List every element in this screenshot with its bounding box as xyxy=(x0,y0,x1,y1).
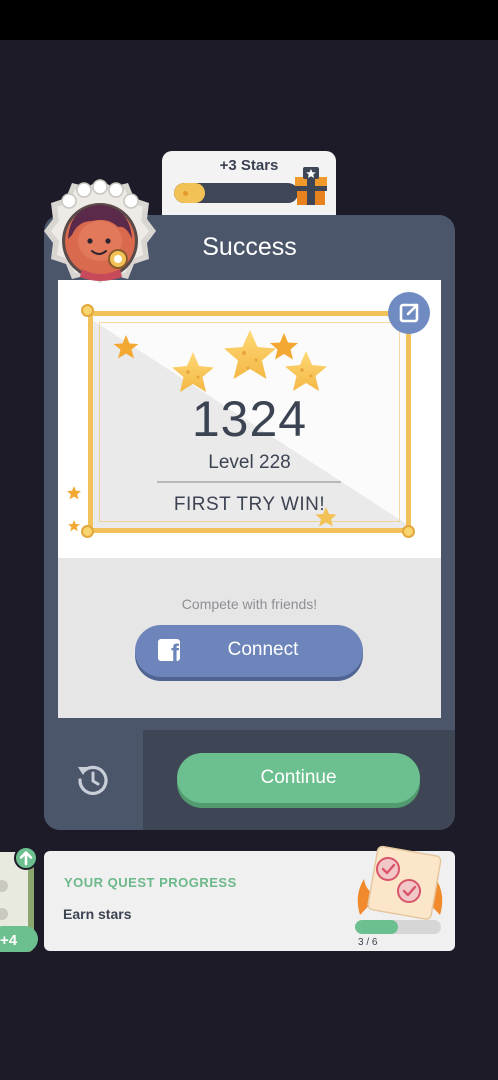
frame-corner xyxy=(81,304,94,317)
quest-progress-bar xyxy=(355,920,441,934)
small-star-icon xyxy=(68,520,80,532)
replay-icon xyxy=(78,765,108,795)
status-bar xyxy=(0,0,498,40)
frame-corner xyxy=(81,525,94,538)
divider xyxy=(157,481,341,483)
success-card: Success 1324 Level 228 FIRST TRY WIN! Co… xyxy=(44,215,455,830)
share-icon xyxy=(399,303,419,323)
share-button[interactable] xyxy=(388,292,430,334)
continue-button[interactable]: Continue xyxy=(177,753,420,803)
quest-card-icon xyxy=(357,845,443,920)
level-label: Level 228 xyxy=(208,452,291,473)
facebook-icon: f xyxy=(158,639,180,661)
avatar[interactable] xyxy=(42,171,158,301)
reward-progress-fill xyxy=(174,183,205,203)
social-panel: Compete with friends! f Connect xyxy=(58,558,441,718)
stars-reward-tab: +3 Stars xyxy=(162,151,336,223)
continue-label: Continue xyxy=(260,767,337,788)
side-tab-label: +4 xyxy=(0,932,18,949)
quest-description: Earn stars xyxy=(63,906,132,922)
compete-label: Compete with friends! xyxy=(181,596,318,612)
score-panel: 1324 Level 228 FIRST TRY WIN! xyxy=(58,280,441,558)
arrow-up-icon xyxy=(14,846,38,870)
first-try-label: FIRST TRY WIN! xyxy=(173,494,326,515)
reward-progress-dot xyxy=(183,191,188,196)
reward-progress-bar xyxy=(174,183,298,203)
frame-corner xyxy=(402,525,415,538)
connect-label: Connect xyxy=(227,639,299,660)
quest-progress-fill xyxy=(355,920,398,934)
card-footer: Continue xyxy=(44,730,455,830)
replay-button[interactable] xyxy=(44,730,143,830)
gift-box-icon xyxy=(295,167,327,205)
quest-progress-panel[interactable]: YOUR QUEST PROGRESS Earn stars 3 / 6 xyxy=(44,845,455,951)
score-value: 1324 xyxy=(191,391,308,447)
facebook-connect-button[interactable]: f Connect xyxy=(135,625,363,677)
quest-count: 3 / 6 xyxy=(358,937,378,948)
quest-title: YOUR QUEST PROGRESS xyxy=(64,875,237,890)
